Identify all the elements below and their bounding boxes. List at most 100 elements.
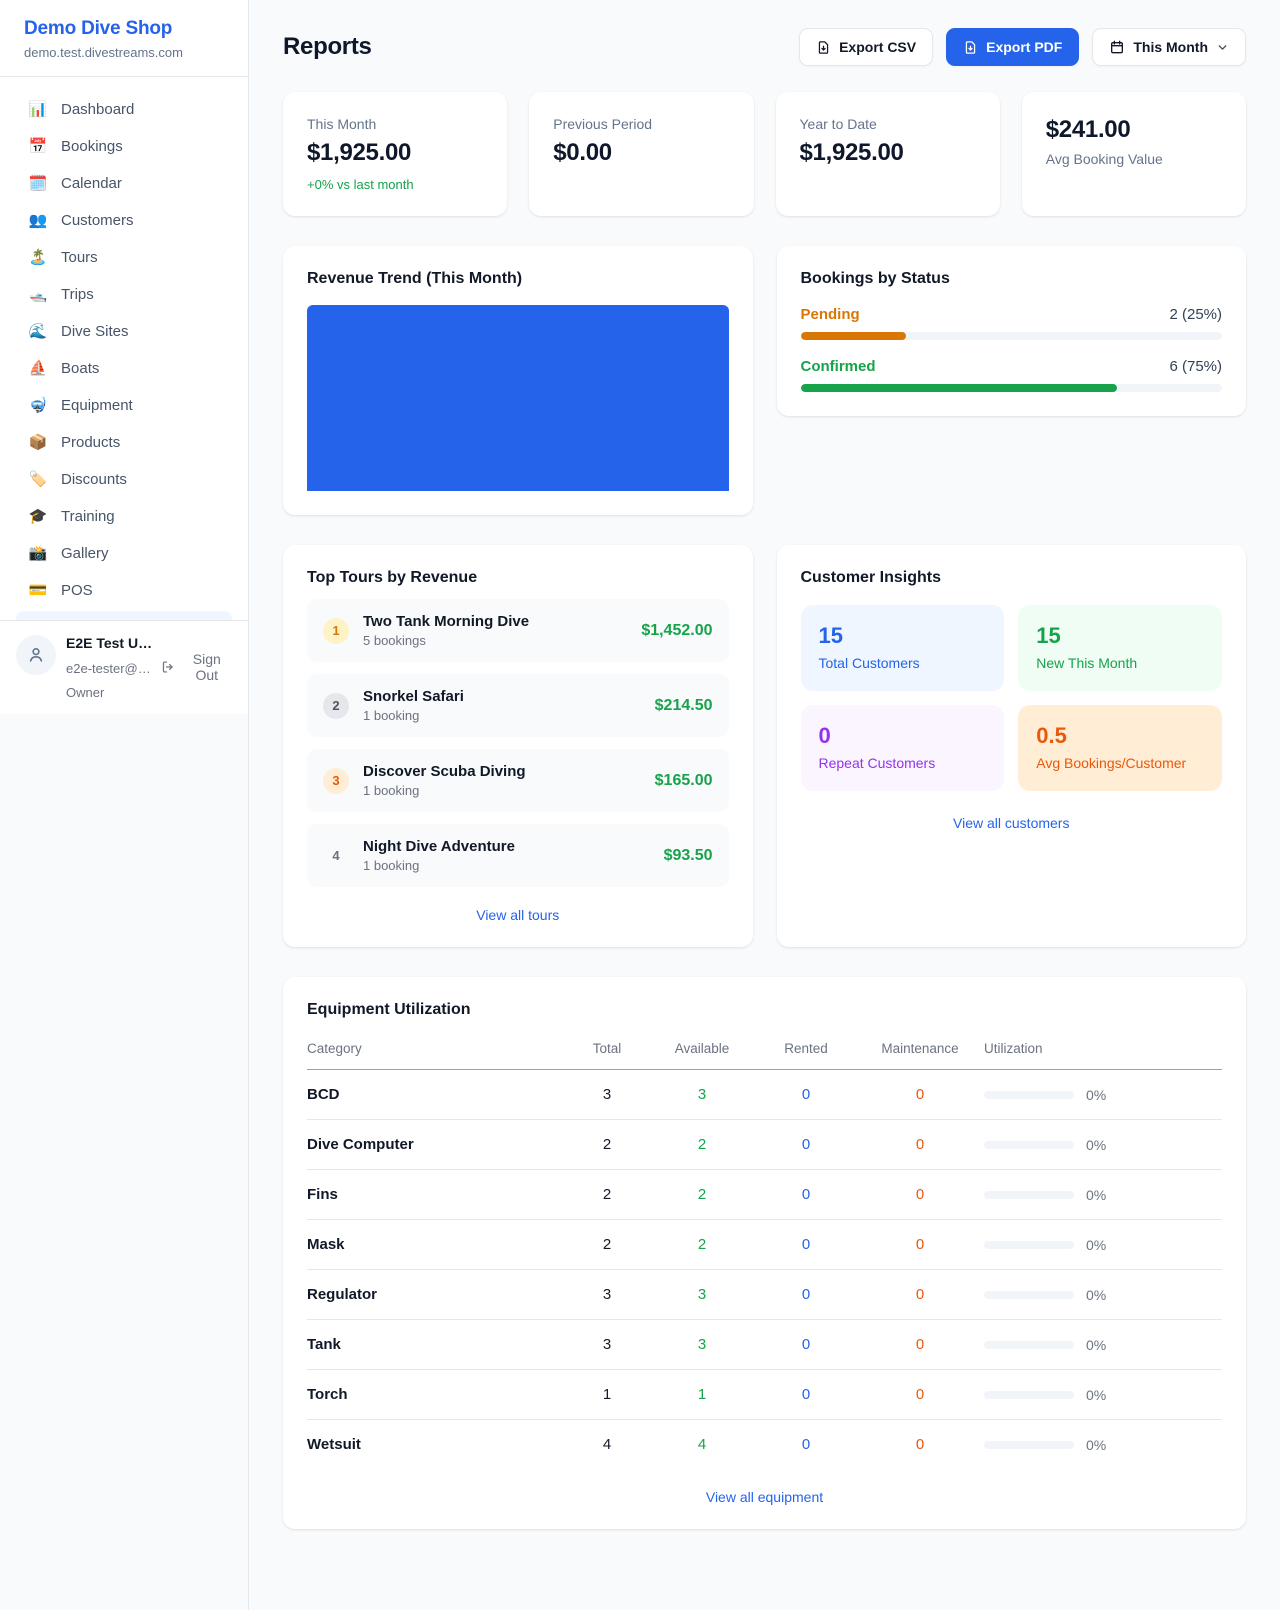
customer-insights-card: Customer Insights 15 Total Customers 15 …: [777, 545, 1247, 947]
stat-year-to-date: Year to Date $1,925.00: [776, 92, 1000, 216]
main-content: Reports Export CSV Export PDF: [249, 0, 1280, 1610]
sidebar-item-label: Equipment: [61, 397, 133, 414]
tour-row[interactable]: 3 Discover Scuba Diving1 booking $165.00: [307, 749, 729, 812]
tour-name: Snorkel Safari: [363, 688, 641, 705]
equipment-maintenance: 0: [856, 1220, 984, 1270]
tour-revenue: $1,452.00: [641, 622, 712, 640]
tour-row[interactable]: 2 Snorkel Safari1 booking $214.50: [307, 674, 729, 737]
sidebar-item-dive-sites[interactable]: 🌊Dive Sites: [16, 313, 232, 350]
tile-repeat-customers: 0 Repeat Customers: [801, 705, 1005, 791]
equipment-utilization: 0%: [984, 1420, 1222, 1470]
equipment-utilization: 0%: [984, 1220, 1222, 1270]
equipment-available: 3: [648, 1270, 756, 1320]
view-all-tours-link[interactable]: View all tours: [307, 907, 729, 923]
sidebar-item-training[interactable]: 🎓Training: [16, 498, 232, 535]
equipment-maintenance: 0: [856, 1170, 984, 1220]
sidebar-item-reports-partial[interactable]: [16, 611, 232, 620]
sign-out-label: Sign Out: [182, 651, 232, 683]
view-all-customers-link[interactable]: View all customers: [801, 815, 1223, 831]
sidebar-item-pos[interactable]: 💳POS: [16, 572, 232, 609]
table-header-row: Category Total Available Rented Maintena…: [307, 1033, 1222, 1070]
status-value: 2 (25%): [1169, 306, 1222, 323]
period-select[interactable]: This Month: [1092, 28, 1246, 66]
sidebar-item-dashboard[interactable]: 📊Dashboard: [16, 91, 232, 128]
sidebar-nav: 📊Dashboard 📅 Bookings 🗓️Calendar 👥Custome…: [0, 77, 248, 620]
equipment-rented: 0: [756, 1320, 856, 1370]
tile-total-customers: 15 Total Customers: [801, 605, 1005, 691]
tile-label: Avg Bookings/Customer: [1036, 755, 1204, 771]
tour-row[interactable]: 4 Night Dive Adventure1 booking $93.50: [307, 824, 729, 887]
sidebar-item-label: Dive Sites: [61, 323, 129, 340]
status-value: 6 (75%): [1169, 358, 1222, 375]
status-label: Pending: [801, 306, 860, 323]
equipment-category: Torch: [307, 1370, 566, 1420]
col-available: Available: [648, 1033, 756, 1070]
tour-name: Discover Scuba Diving: [363, 763, 641, 780]
top-tours-card: Top Tours by Revenue 1 Two Tank Morning …: [283, 545, 753, 947]
utilization-percent: 0%: [1086, 1387, 1106, 1403]
sidebar-item-label: Bookings: [61, 138, 123, 155]
rank-badge: 2: [323, 693, 349, 719]
equipment-category: Tank: [307, 1320, 566, 1370]
trips-icon: 🛥️: [28, 287, 48, 302]
tour-bookings: 5 bookings: [363, 633, 627, 648]
bookings-by-status-title: Bookings by Status: [801, 270, 1223, 288]
equipment-available: 4: [648, 1420, 756, 1470]
sidebar-item-trips[interactable]: 🛥️Trips: [16, 276, 232, 313]
utilization-percent: 0%: [1086, 1087, 1106, 1103]
status-row-confirmed: Confirmed 6 (75%): [801, 358, 1223, 392]
equipment-icon: 🤿: [28, 398, 48, 413]
sidebar-item-gallery[interactable]: 📸Gallery: [16, 535, 232, 572]
sidebar-item-label: Tours: [61, 249, 98, 266]
sidebar-item-tours[interactable]: 🏝️Tours: [16, 239, 232, 276]
export-csv-button[interactable]: Export CSV: [799, 28, 933, 66]
sidebar-header: Demo Dive Shop demo.test.divestreams.com: [0, 0, 248, 77]
equipment-table: Category Total Available Rented Maintena…: [307, 1033, 1222, 1469]
user-name: E2E Test U…: [66, 635, 232, 651]
utilization-track: [984, 1091, 1074, 1099]
sidebar-item-boats[interactable]: ⛵Boats: [16, 350, 232, 387]
export-pdf-button[interactable]: Export PDF: [946, 28, 1079, 66]
equipment-available: 1: [648, 1370, 756, 1420]
equipment-rented: 0: [756, 1120, 856, 1170]
sidebar-item-discounts[interactable]: 🏷️Discounts: [16, 461, 232, 498]
sidebar-item-products[interactable]: 📦Products: [16, 424, 232, 461]
sidebar-item-bookings[interactable]: 📅 Bookings: [16, 128, 232, 165]
sidebar-item-label: Customers: [61, 212, 134, 229]
equipment-row: Tank33000%: [307, 1320, 1222, 1370]
tile-value: 15: [819, 623, 987, 649]
sidebar-item-calendar[interactable]: 🗓️Calendar: [16, 165, 232, 202]
equipment-utilization: 0%: [984, 1120, 1222, 1170]
equipment-total: 2: [566, 1170, 648, 1220]
tour-row[interactable]: 1 Two Tank Morning Dive5 bookings $1,452…: [307, 599, 729, 662]
sidebar-item-equipment[interactable]: 🤿 Equipment: [16, 387, 232, 424]
tile-value: 15: [1036, 623, 1204, 649]
equipment-row: Mask22000%: [307, 1220, 1222, 1270]
bookings-icon: 📅: [28, 139, 48, 154]
equipment-total: 3: [566, 1320, 648, 1370]
user-icon: [26, 645, 46, 665]
progress-track: [801, 332, 1223, 340]
sidebar-user-footer: E2E Test U… e2e-tester@… Sign Out Owner: [0, 620, 248, 714]
equipment-total: 1: [566, 1370, 648, 1420]
sidebar-item-customers[interactable]: 👥Customers: [16, 202, 232, 239]
equipment-maintenance: 0: [856, 1320, 984, 1370]
equipment-maintenance: 0: [856, 1070, 984, 1120]
insight-tiles: 15 Total Customers 15 New This Month 0 R…: [801, 605, 1223, 791]
equipment-row: Regulator33000%: [307, 1270, 1222, 1320]
stat-avg-booking-value: $241.00 Avg Booking Value: [1022, 92, 1246, 216]
equipment-available: 2: [648, 1220, 756, 1270]
progress-fill: [801, 384, 1117, 392]
col-utilization: Utilization: [984, 1033, 1222, 1070]
pos-icon: 💳: [28, 583, 48, 598]
sign-out-button[interactable]: Sign Out: [161, 651, 232, 683]
equipment-row: Dive Computer22000%: [307, 1120, 1222, 1170]
tour-name: Two Tank Morning Dive: [363, 613, 627, 630]
col-category: Category: [307, 1033, 566, 1070]
equipment-category: Mask: [307, 1220, 566, 1270]
equipment-utilization-title: Equipment Utilization: [307, 1001, 1222, 1019]
equipment-total: 3: [566, 1070, 648, 1120]
export-pdf-label: Export PDF: [986, 39, 1062, 55]
equipment-utilization: 0%: [984, 1070, 1222, 1120]
view-all-equipment-link[interactable]: View all equipment: [307, 1489, 1222, 1505]
